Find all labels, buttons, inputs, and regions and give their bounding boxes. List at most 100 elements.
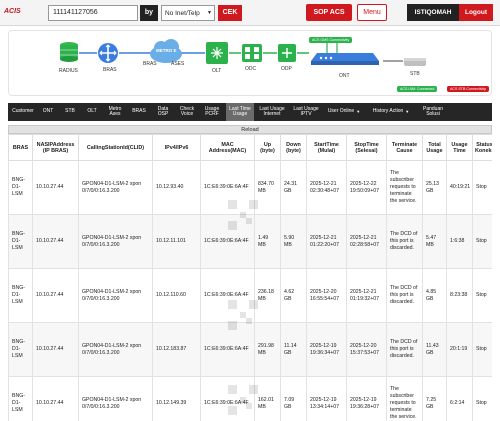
app-logo: ACIS	[4, 8, 21, 15]
tab-panduan-solusi[interactable]: Panduan Solusi	[418, 103, 448, 121]
cell-start: 2025-12-21 02:30:48+07	[306, 160, 347, 215]
cell-up: 162.01 MB	[254, 376, 281, 421]
cell-bras: BNG-D1-LSM	[8, 268, 33, 323]
cell-usage-time: 8:23:38	[446, 268, 473, 323]
col-nas-ip: NASIPAddress (IP BRAS)	[32, 134, 79, 161]
cell-nas-ip: 10.10.27.44	[32, 160, 79, 215]
search-type-value: No Inet/Telp	[165, 10, 200, 17]
tab-data-osp[interactable]: Data OSP	[152, 103, 174, 121]
cell-usage-time: 40:19:21	[446, 160, 473, 215]
odc-icon	[241, 43, 263, 68]
stb-label: STB	[410, 71, 420, 77]
user-online-label: User Online	[327, 108, 355, 115]
olt-icon	[205, 41, 229, 70]
cell-down: 7.09 GB	[280, 376, 307, 421]
usage-table: BRAS NASIPAddress (IP BRAS) CallingStati…	[8, 134, 492, 421]
watermark-qr-icon	[228, 300, 258, 330]
tab-metro-ases[interactable]: Metro Ases	[104, 103, 126, 121]
cell-ip: 10.12.11.101	[152, 214, 201, 269]
col-clid: CallingStationId(CLID)	[78, 134, 153, 161]
cell-clid: GPON04-D1-LSM-2 xpon 0/7/0/0:16.3.200	[78, 322, 153, 377]
col-total: Total Usage	[422, 134, 447, 161]
watermark-qr-icon	[228, 385, 258, 415]
tab-ont[interactable]: ONT	[38, 103, 58, 121]
search-type-select[interactable]: No Inet/Telp ▼	[161, 5, 215, 21]
col-bras: BRAS	[8, 134, 33, 161]
tab-user-online[interactable]: User Online ▼	[324, 103, 364, 121]
chevron-down-icon: ▼	[356, 109, 361, 115]
tab-stb[interactable]: STB	[60, 103, 80, 121]
cell-status: Stop	[472, 268, 492, 323]
cell-status: Stop	[472, 214, 492, 269]
tab-check-voice[interactable]: Check Voice	[176, 103, 198, 121]
tab-bras[interactable]: BRAS	[128, 103, 150, 121]
logout-button[interactable]: Logout	[459, 4, 493, 21]
cell-status: Stop	[472, 376, 492, 421]
sop-acs-button[interactable]: SOP ACS	[306, 4, 352, 21]
cell-nas-ip: 10.10.27.44	[32, 214, 79, 269]
col-ip: IPv4/IPv6	[152, 134, 201, 161]
radius-label: RADIUS	[59, 68, 78, 74]
top-bar: ACIS 111141127056 by No Inet/Telp ▼ CEK …	[0, 0, 500, 26]
cell-nas-ip: 10.10.27.44	[32, 268, 79, 323]
cell-start: 2025-12-19 13:34:14+07	[306, 376, 347, 421]
radius-icon	[59, 41, 79, 68]
cell-bras: BNG-D1-LSM	[8, 214, 33, 269]
odp-label: ODP	[281, 66, 292, 72]
cell-down: 24.31 GB	[280, 160, 307, 215]
cek-button[interactable]: CEK	[218, 5, 242, 21]
cell-ip: 10.12.149.39	[152, 376, 201, 421]
cell-terminate: The subscriber requests to terminate the…	[386, 376, 423, 421]
cell-up: 834.70 MB	[254, 160, 281, 215]
col-start: StartTime (Mulai)	[306, 134, 347, 161]
cell-clid: GPON04-D1-LSM-2 xpon 0/7/0/0:16.3.200	[78, 268, 153, 323]
cell-stop: 2025-12-19 19:36:28+07	[346, 376, 387, 421]
reload-button[interactable]: Reload	[8, 125, 492, 134]
cell-total: 4.85 GB	[422, 268, 447, 323]
cell-down: 11.14 GB	[280, 322, 307, 377]
tab-olt[interactable]: OLT	[82, 103, 102, 121]
tab-customer[interactable]: Customer	[10, 103, 36, 121]
odc-label: ODC	[245, 66, 257, 72]
user-name-label: ISTIQOMAH	[407, 4, 459, 21]
col-usage-time: Usage Time	[446, 134, 473, 161]
cell-up: 236.18 MB	[254, 268, 281, 323]
tab-history-action[interactable]: History Action ▼	[366, 103, 416, 121]
cell-status: Stop	[472, 322, 492, 377]
ont-label: ONT	[339, 73, 350, 79]
acs-stb-status: ACS STB Connectivity	[447, 86, 489, 92]
cell-terminate: The DCD of this port is discarded.	[386, 268, 423, 323]
search-input[interactable]: 111141127056	[48, 5, 138, 21]
col-status: Status Koneksi	[472, 134, 492, 161]
cell-stop: 2025-12-21 01:19:32+07	[346, 268, 387, 323]
odp-icon	[277, 43, 297, 68]
cell-stop: 2025-12-21 02:28:58+07	[346, 214, 387, 269]
cell-clid: GPON04-D1-LSM-2 xpon 0/7/0/0:16.3.200	[78, 376, 153, 421]
table-row: BNG-D1-LSM 10.10.27.44 GPON04-D1-LSM-2 xpo…	[8, 322, 492, 377]
cell-total: 25.13 GB	[422, 160, 447, 215]
cell-ip: 10.12.93.40	[152, 160, 201, 215]
metro-ases-label: ASES	[171, 61, 185, 67]
col-down: Down (byte)	[280, 134, 307, 161]
chevron-down-icon: ▼	[405, 109, 410, 115]
tab-usage-pcrf[interactable]: Usage PCRF	[200, 103, 224, 121]
cell-stop: 2025-12-20 15:37:53+07	[346, 322, 387, 377]
tab-last-usage-iptv[interactable]: Last Usage IPTV	[290, 103, 322, 121]
network-topology: RADIUS BRAS METRO E BRAS ASES OLT ODC OD…	[8, 30, 492, 96]
col-up: Up (byte)	[254, 134, 281, 161]
cell-total: 11.43 GB	[422, 322, 447, 377]
cell-clid: GPON04-D1-LSM-2 xpon 0/7/0/0:16.3.200	[78, 160, 153, 215]
watermark-qr-icon	[228, 200, 258, 230]
bras-router-icon	[97, 42, 119, 69]
table-header-row: BRAS NASIPAddress (IP BRAS) CallingStati…	[8, 134, 492, 161]
tab-last-usage-internet[interactable]: Last Usage Internet	[256, 103, 288, 121]
col-terminate: Terminate Cause	[386, 134, 423, 161]
acs-uim-status: ACS UIM: Connected	[397, 86, 438, 92]
menu-button[interactable]: Menu	[357, 4, 387, 21]
cell-usage-time: 6:2:14	[446, 376, 473, 421]
cell-status: Stop	[472, 160, 492, 215]
detail-nav: Customer ONT STB OLT Metro Ases BRAS Dat…	[8, 103, 492, 121]
metro-cloud-label: METRO E	[156, 48, 177, 53]
tab-last-time-usage[interactable]: Last Time Usage	[226, 103, 254, 121]
cell-up: 291.98 MB	[254, 322, 281, 377]
